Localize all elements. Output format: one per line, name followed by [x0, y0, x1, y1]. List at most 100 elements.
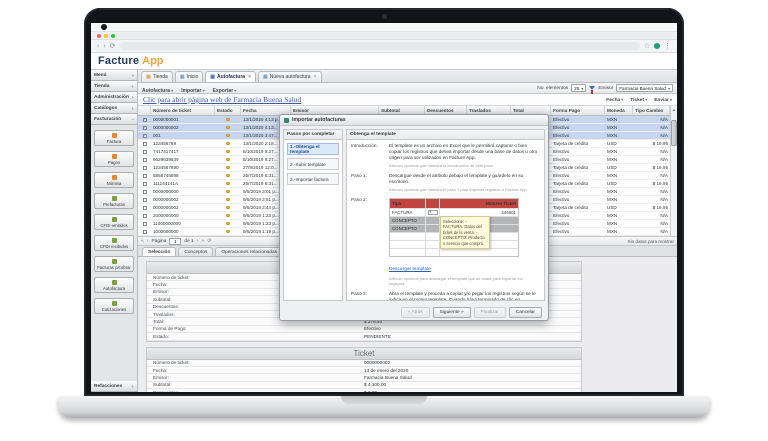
row-checkbox[interactable] — [138, 212, 151, 219]
star-icon[interactable]: ☆ — [644, 43, 650, 50]
row-checkbox[interactable] — [138, 148, 151, 155]
sidebar-module-button[interactable]: Nómina — [94, 172, 134, 188]
sidebar-module-button[interactable]: Cotizaciones — [94, 298, 134, 314]
checkbox-icon — [143, 174, 147, 178]
estado-dot-icon — [226, 182, 230, 186]
row-checkbox[interactable] — [138, 132, 151, 139]
refresh-icon[interactable]: ⟳ — [110, 43, 116, 50]
app-tab[interactable]: ▦ Nueva autofactura × — [258, 71, 322, 82]
pagos-icon — [112, 154, 117, 159]
cell-moneda: MXN — [605, 116, 633, 123]
grid-action-menu[interactable]: Enviar — [654, 97, 672, 103]
row-checkbox[interactable] — [138, 116, 151, 123]
filter-funnel-icon[interactable] — [589, 86, 595, 90]
maximize-window-icon[interactable] — [111, 34, 115, 38]
kebab-menu-icon[interactable]: ⋮ — [664, 43, 671, 50]
grid-action-menu[interactable]: Ticket — [630, 97, 647, 103]
sidebar-section-header[interactable]: Tienda — [91, 81, 137, 92]
grid-scrollbar[interactable]: ▲ — [670, 106, 677, 236]
expand-collapse-icon[interactable] — [131, 95, 134, 100]
expand-collapse-icon[interactable] — [131, 384, 134, 389]
wizard-step-item[interactable]: 1.-Obtenga el template — [287, 143, 339, 155]
row-checkbox[interactable] — [138, 180, 151, 187]
back-arrow-icon[interactable]: ‹ — [97, 43, 99, 50]
column-header[interactable]: Tipo Cambio — [633, 106, 670, 115]
row-checkbox[interactable] — [138, 140, 151, 147]
sidebar-section-header[interactable]: Facturación — [91, 114, 137, 125]
scrollbar-thumb[interactable] — [671, 120, 677, 146]
cell-forma-pago: Efectivo — [551, 220, 605, 227]
row-checkbox[interactable] — [138, 164, 151, 171]
expand-collapse-icon[interactable] — [131, 106, 134, 111]
wizard-step-item[interactable]: 3.-Importar factura — [287, 173, 339, 185]
sidebar-section-header-refacciones[interactable]: Refacciones — [91, 381, 137, 392]
first-page-icon[interactable]: « — [141, 239, 144, 244]
column-header[interactable]: Estado — [215, 106, 241, 115]
next-page-icon[interactable]: › — [197, 239, 199, 244]
expand-collapse-icon[interactable] — [131, 84, 134, 89]
row-checkbox[interactable] — [138, 228, 151, 235]
row-checkbox[interactable] — [138, 172, 151, 179]
close-icon[interactable]: × — [314, 74, 317, 80]
detail-tab[interactable]: Selección — [142, 247, 176, 256]
dialog-titlebar[interactable]: Importar autofacturas — [280, 115, 548, 126]
row-checkbox[interactable] — [138, 220, 151, 227]
column-header[interactable]: Moneda — [605, 106, 633, 115]
sidebar-module-button[interactable]: Prefacturas — [94, 193, 134, 209]
prev-page-icon[interactable]: ‹ — [147, 239, 149, 244]
page-size-select[interactable]: 25 — [571, 84, 586, 92]
row-checkbox[interactable] — [138, 196, 151, 203]
column-header[interactable] — [138, 106, 151, 115]
scroll-up-icon[interactable]: ▲ — [672, 106, 676, 113]
checkbox-icon — [143, 214, 147, 218]
refresh-grid-icon[interactable]: ⟳ — [207, 239, 211, 244]
sidebar-module-button[interactable]: Facturas p/cobrar — [94, 256, 134, 272]
sidebar-module-button[interactable]: Autofactura — [94, 277, 134, 293]
detail-tab-label: Selección — [148, 250, 170, 255]
close-icon[interactable]: × — [248, 74, 251, 80]
tipo-dropdown[interactable] — [428, 210, 438, 215]
descargar-template-link[interactable]: Descargar template — [389, 267, 431, 272]
detail-tab[interactable]: Operaciones relacionadas — [215, 247, 283, 256]
sidebar-module-button[interactable]: CFDI emitidos — [94, 214, 134, 230]
checkbox-icon — [143, 182, 147, 186]
detail-tab[interactable]: Conceptos — [178, 247, 213, 256]
emisor-select[interactable]: Farmacia Buena Salud — [616, 84, 673, 92]
cell-estado — [215, 212, 241, 219]
grid-action-menu[interactable]: Fecha — [606, 97, 623, 103]
sidebar-section-header[interactable]: Catálogos — [91, 103, 137, 114]
avatar[interactable] — [654, 43, 660, 49]
row-checkbox[interactable] — [138, 204, 151, 211]
detail-tab-label: Operaciones relacionadas — [221, 250, 277, 255]
close-window-icon[interactable] — [97, 34, 101, 38]
minimize-window-icon[interactable] — [104, 34, 108, 38]
checkbox-icon — [143, 150, 147, 154]
wizard-button[interactable]: Finalizar — [474, 307, 506, 318]
open-farmacia-web-link[interactable]: Clic para abrir página web de Farmacia B… — [143, 95, 301, 104]
page-number-input[interactable] — [169, 238, 181, 245]
address-bar[interactable] — [120, 42, 640, 50]
last-page-icon[interactable]: » — [201, 239, 204, 244]
row-checkbox[interactable] — [138, 188, 151, 195]
sidebar-module-button[interactable]: CFDI recibidos — [94, 235, 134, 251]
forward-arrow-icon[interactable]: › — [103, 43, 105, 50]
sidebar-section-header[interactable]: Menú — [91, 70, 137, 81]
cell-numero-ticket: 111144141A — [151, 180, 215, 187]
cell-numero-ticket: 123456789 — [151, 140, 215, 147]
sidebar-section-header[interactable]: Administración — [91, 92, 137, 103]
expand-collapse-icon[interactable] — [131, 73, 134, 78]
wizard-button[interactable]: « Atrás — [401, 307, 430, 318]
wizard-button[interactable]: Cancelar — [509, 307, 542, 318]
cell-estado — [215, 156, 241, 163]
column-header[interactable]: Forma Pago — [551, 106, 605, 115]
wizard-step-item[interactable]: 2.-Subir template — [287, 158, 339, 170]
column-header[interactable]: Número de ticket — [151, 106, 215, 115]
sidebar-module-button[interactable]: Pagos — [94, 151, 134, 167]
autofactura-icon — [112, 280, 117, 285]
sidebar-module-button[interactable]: Factura — [94, 130, 134, 146]
expand-collapse-icon[interactable] — [131, 117, 134, 122]
row-checkbox[interactable] — [138, 124, 151, 131]
logo-app: App — [142, 55, 163, 67]
wizard-button[interactable]: Siguiente » — [433, 307, 471, 318]
row-checkbox[interactable] — [138, 156, 151, 163]
